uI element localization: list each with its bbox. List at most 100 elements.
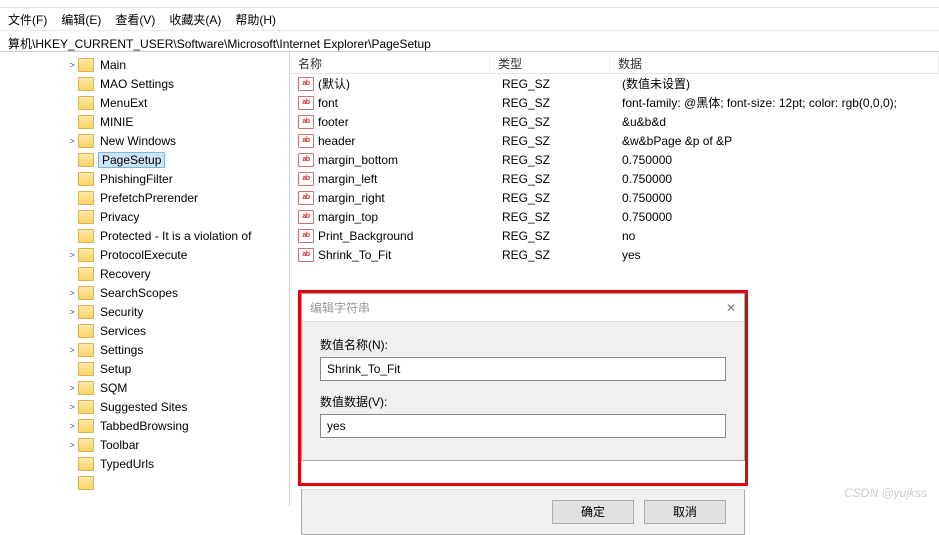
menu-file[interactable]: 文件(F) — [8, 11, 47, 28]
tree-item[interactable]: >Suggested Sites — [0, 397, 289, 416]
tree-item[interactable]: TypedUrls — [0, 454, 289, 473]
dialog-body: 数值名称(N): 数值数据(V): — [302, 322, 744, 460]
tree-label: Services — [98, 324, 148, 338]
ok-button[interactable]: 确定 — [552, 500, 634, 524]
value-type: REG_SZ — [502, 248, 622, 262]
list-item[interactable]: abShrink_To_FitREG_SZyes — [290, 245, 939, 264]
list-item[interactable]: abPrint_BackgroundREG_SZno — [290, 226, 939, 245]
value-data: (数值未设置) — [622, 75, 939, 92]
value-name: footer — [318, 115, 502, 129]
folder-icon — [78, 58, 94, 72]
tree-item[interactable]: MenuExt — [0, 93, 289, 112]
chevron-right-icon[interactable]: > — [66, 60, 78, 70]
menu-edit[interactable]: 编辑(E) — [61, 11, 101, 28]
chevron-right-icon[interactable]: > — [66, 288, 78, 298]
folder-icon — [78, 134, 94, 148]
tree-item[interactable]: >Settings — [0, 340, 289, 359]
address-bar[interactable]: 算机\HKEY_CURRENT_USER\Software\Microsoft\… — [0, 30, 939, 52]
menu-view[interactable]: 查看(V) — [115, 11, 155, 28]
list-item[interactable]: abmargin_bottomREG_SZ0.750000 — [290, 150, 939, 169]
dialog-title-bar[interactable]: 编辑字符串 ✕ — [302, 294, 744, 322]
folder-icon — [78, 457, 94, 471]
tree-item[interactable] — [0, 473, 289, 492]
chevron-right-icon[interactable]: > — [66, 383, 78, 393]
tree-label: Toolbar — [98, 438, 141, 452]
value-name: header — [318, 134, 502, 148]
col-data[interactable]: 数据 — [610, 52, 939, 73]
cancel-button[interactable]: 取消 — [644, 500, 726, 524]
value-type: REG_SZ — [502, 77, 622, 91]
value-type: REG_SZ — [502, 96, 622, 110]
folder-icon — [78, 229, 94, 243]
value-name: font — [318, 96, 502, 110]
chevron-right-icon[interactable]: > — [66, 440, 78, 450]
list-item[interactable]: ab(默认)REG_SZ(数值未设置) — [290, 74, 939, 93]
col-name[interactable]: 名称 — [290, 52, 490, 73]
value-name-input[interactable] — [320, 357, 726, 381]
chevron-right-icon[interactable]: > — [66, 307, 78, 317]
list-item[interactable]: abfontREG_SZfont-family: @黑体; font-size:… — [290, 93, 939, 112]
string-value-icon: ab — [298, 96, 314, 110]
value-data-input[interactable] — [320, 414, 726, 438]
tree-item[interactable]: > Security — [0, 302, 289, 321]
tree-item[interactable]: PrefetchPrerender — [0, 188, 289, 207]
tree-item[interactable]: Setup — [0, 359, 289, 378]
menu-help[interactable]: 帮助(H) — [235, 11, 276, 28]
string-value-icon: ab — [298, 134, 314, 148]
tree-label: TabbedBrowsing — [98, 419, 191, 433]
folder-icon — [78, 400, 94, 414]
value-data: 0.750000 — [622, 172, 939, 186]
tree-item[interactable]: MAO Settings — [0, 74, 289, 93]
chevron-right-icon[interactable]: > — [66, 136, 78, 146]
folder-icon — [78, 115, 94, 129]
folder-icon — [78, 438, 94, 452]
chevron-right-icon[interactable]: > — [66, 250, 78, 260]
folder-icon — [78, 267, 94, 281]
value-data: &w&bPage &p of &P — [622, 134, 939, 148]
tree-label: SearchScopes — [98, 286, 180, 300]
tree-item[interactable]: >Main — [0, 55, 289, 74]
tree-item[interactable]: PhishingFilter — [0, 169, 289, 188]
tree-item[interactable]: >SQM — [0, 378, 289, 397]
list-item[interactable]: abmargin_rightREG_SZ0.750000 — [290, 188, 939, 207]
tree-item[interactable]: > SearchScopes — [0, 283, 289, 302]
value-name: margin_right — [318, 191, 502, 205]
tree-item[interactable]: MINIE — [0, 112, 289, 131]
tree-item[interactable]: > New Windows — [0, 131, 289, 150]
tree-label: New Windows — [98, 134, 178, 148]
tree-item[interactable]: Protected - It is a violation of — [0, 226, 289, 245]
value-data: no — [622, 229, 939, 243]
chevron-right-icon[interactable]: > — [66, 421, 78, 431]
tree-item[interactable]: Privacy — [0, 207, 289, 226]
close-icon[interactable]: ✕ — [726, 301, 736, 315]
folder-icon — [78, 191, 94, 205]
registry-tree[interactable]: >MainMAO SettingsMenuExt MINIE > New Window… — [0, 52, 290, 506]
list-item[interactable]: abmargin_leftREG_SZ0.750000 — [290, 169, 939, 188]
value-name-label: 数值名称(N): — [320, 336, 726, 353]
tree-label: MINIE — [98, 115, 135, 129]
tree-label: ProtocolExecute — [98, 248, 189, 262]
value-list[interactable]: ab(默认)REG_SZ(数值未设置)abfontREG_SZfont-fami… — [290, 74, 939, 264]
tree-item[interactable]: > TabbedBrowsing — [0, 416, 289, 435]
string-value-icon: ab — [298, 229, 314, 243]
folder-icon — [78, 210, 94, 224]
watermark: CSDN @yujkss — [844, 486, 927, 500]
tree-item[interactable]: > Toolbar — [0, 435, 289, 454]
value-data-label: 数值数据(V): — [320, 393, 726, 410]
tree-label: Security — [98, 305, 145, 319]
tree-label: Privacy — [98, 210, 141, 224]
list-item[interactable]: abfooterREG_SZ&u&b&d — [290, 112, 939, 131]
tree-item[interactable]: Services — [0, 321, 289, 340]
tree-item[interactable]: > ProtocolExecute — [0, 245, 289, 264]
col-type[interactable]: 类型 — [490, 52, 610, 73]
chevron-right-icon[interactable]: > — [66, 402, 78, 412]
tree-item[interactable]: Recovery — [0, 264, 289, 283]
list-item[interactable]: abheaderREG_SZ&w&bPage &p of &P — [290, 131, 939, 150]
value-data: 0.750000 — [622, 210, 939, 224]
value-name: Shrink_To_Fit — [318, 248, 502, 262]
list-item[interactable]: abmargin_topREG_SZ0.750000 — [290, 207, 939, 226]
chevron-right-icon[interactable]: > — [66, 345, 78, 355]
dialog-title: 编辑字符串 — [310, 299, 370, 316]
menu-fav[interactable]: 收藏夹(A) — [169, 11, 221, 28]
tree-item[interactable]: PageSetup — [0, 150, 289, 169]
